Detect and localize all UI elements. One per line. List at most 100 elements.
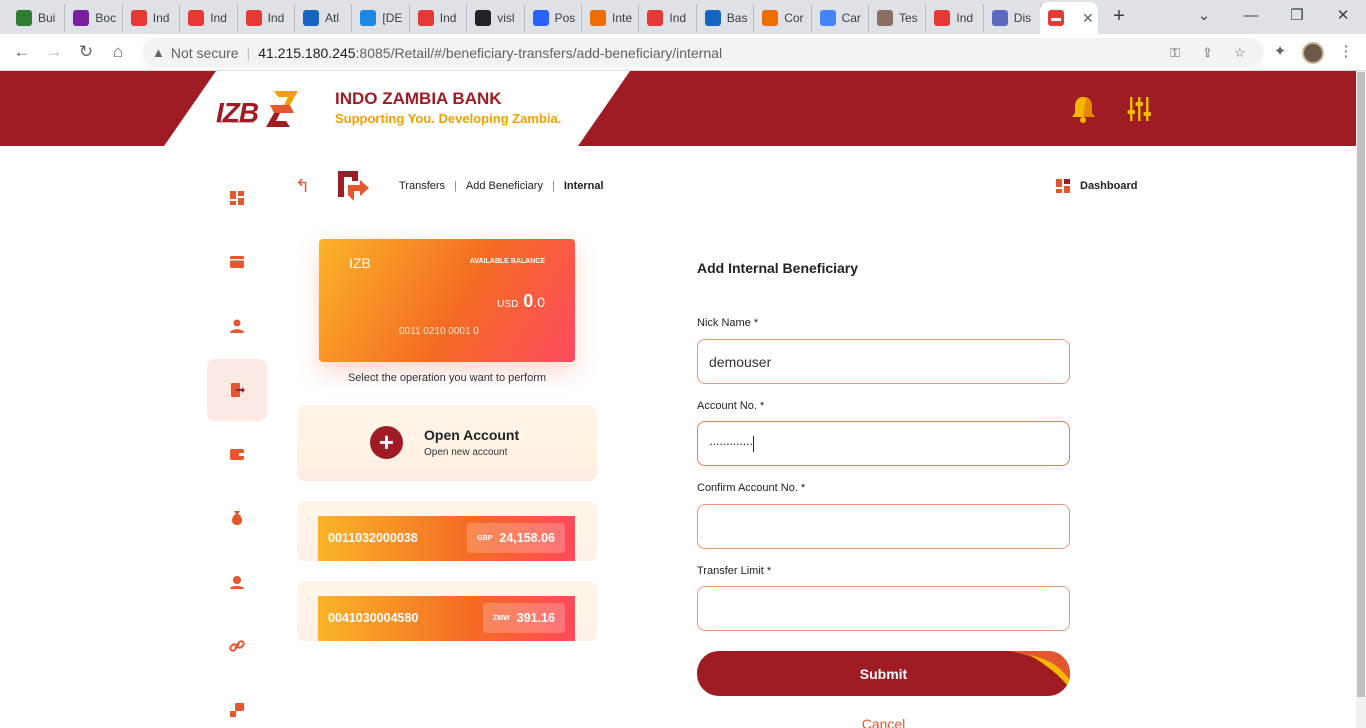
- tab-label: [DE: [382, 11, 403, 25]
- tab-label: Ind: [152, 11, 170, 25]
- extensions-icon[interactable]: ✦: [1270, 42, 1290, 62]
- transfer-limit-input[interactable]: [697, 586, 1070, 631]
- nav-profile[interactable]: [207, 295, 267, 357]
- card-currency: USD: [497, 299, 519, 310]
- scrollbar-thumb[interactable]: [1357, 72, 1365, 697]
- tab-label: Cor: [784, 11, 804, 25]
- browser-tab[interactable]: Boc: [65, 4, 123, 32]
- confirm-account-input[interactable]: [697, 504, 1070, 549]
- breadcrumb-separator: |: [551, 180, 555, 192]
- account-currency: GBP: [477, 534, 493, 542]
- breadcrumb-add-beneficiary[interactable]: Add Beneficiary: [466, 180, 543, 192]
- new-tab-button[interactable]: +: [1108, 4, 1130, 30]
- browser-tab-strip: Bui Boc Ind Ind Ind Atl [DE Ind visl Pos Inte Ind Ba…: [0, 0, 1366, 34]
- breadcrumb: Transfers | Add Beneficiary | Internal: [399, 180, 604, 192]
- open-account-tile[interactable]: + Open Account Open new account: [297, 405, 597, 481]
- tab-favicon-icon: [532, 10, 549, 26]
- key-icon[interactable]: ⚿: [1170, 45, 1180, 61]
- available-balance-label: AVAILABLE BALANCE: [469, 258, 545, 265]
- url-path: :8085/Retail/#/beneficiary-transfers/add…: [355, 44, 723, 61]
- browser-tab[interactable]: Bas: [697, 4, 755, 32]
- tab-favicon-icon: [590, 10, 606, 26]
- browser-tab[interactable]: Cor: [754, 4, 812, 32]
- notification-bell-icon[interactable]: [1070, 95, 1096, 123]
- logo-subtext: INDO ZAMBIA BANK: [217, 119, 255, 124]
- warning-icon: ▲: [152, 45, 165, 60]
- breadcrumb-transfers[interactable]: Transfers: [399, 180, 445, 192]
- browser-tab[interactable]: Dis: [984, 4, 1042, 32]
- bank-name: INDO ZAMBIA BANK: [335, 89, 502, 108]
- browser-tab[interactable]: Ind: [639, 4, 697, 32]
- profile-avatar[interactable]: [1302, 42, 1324, 64]
- minimize-icon[interactable]: —: [1228, 0, 1274, 34]
- nav-wallet[interactable]: [207, 423, 267, 485]
- browser-tab[interactable]: Ind: [123, 4, 181, 32]
- transfer-limit-label: Transfer Limit *: [697, 565, 772, 577]
- nick-name-input[interactable]: demouser: [697, 339, 1070, 384]
- tab-search-icon[interactable]: ⌄: [1181, 0, 1227, 34]
- share-icon[interactable]: ⇪: [1202, 45, 1213, 61]
- menu-kebab-icon[interactable]: ⋮: [1336, 42, 1356, 62]
- close-tab-icon[interactable]: ✕: [1082, 10, 1094, 27]
- back-icon[interactable]: ←: [10, 41, 34, 65]
- home-icon[interactable]: ⌂: [106, 41, 130, 65]
- reload-icon[interactable]: ↻: [74, 41, 98, 65]
- tab-label: Pos: [554, 11, 576, 25]
- browser-tab[interactable]: Atl: [295, 4, 353, 32]
- bookmark-star-icon[interactable]: ☆: [1234, 45, 1246, 61]
- nick-name-value: demouser: [709, 353, 772, 370]
- nav-links[interactable]: [207, 615, 267, 677]
- money-bag-icon: [232, 511, 242, 525]
- account-number: 0041030004580: [328, 611, 419, 625]
- tab-label: Dis: [1013, 11, 1032, 25]
- dashboard-link-label: Dashboard: [1080, 180, 1138, 192]
- browser-tab[interactable]: visl: [467, 4, 525, 32]
- browser-tab[interactable]: Tes: [869, 4, 927, 32]
- account-strip: 0011032000038 GBP 24,158.06: [318, 516, 575, 561]
- tab-favicon-icon: [73, 10, 90, 26]
- cancel-link[interactable]: Cancel: [697, 716, 1070, 728]
- settings-sliders-icon[interactable]: [1126, 95, 1152, 123]
- nav-loans[interactable]: [207, 487, 267, 549]
- browser-tab[interactable]: Car: [812, 4, 869, 32]
- window-close-icon[interactable]: ✕: [1320, 0, 1366, 34]
- account-number-input[interactable]: ·············: [697, 421, 1070, 466]
- browser-tab[interactable]: Pos: [525, 4, 582, 32]
- back-arrow-icon[interactable]: ↰: [295, 176, 310, 197]
- browser-tab[interactable]: Inte: [582, 4, 640, 32]
- browser-tab[interactable]: Ind: [180, 4, 238, 32]
- tab-favicon-icon: [188, 10, 205, 26]
- account-tile[interactable]: 0011032000038 GBP 24,158.06: [297, 501, 597, 561]
- browser-tab[interactable]: Bui: [8, 4, 66, 32]
- text-caret: [753, 435, 755, 452]
- tab-favicon-icon: [991, 10, 1008, 26]
- tab-label: Ind: [669, 11, 687, 25]
- tab-favicon-icon: [245, 10, 262, 26]
- nav-requests[interactable]: [207, 679, 267, 728]
- submit-button[interactable]: Submit: [697, 651, 1070, 696]
- security-label: Not secure: [170, 44, 239, 61]
- dashboard-link[interactable]: Dashboard: [1055, 178, 1137, 194]
- nav-accounts[interactable]: [207, 231, 267, 293]
- restore-icon[interactable]: ❐: [1274, 0, 1320, 34]
- browser-tab-active[interactable]: ▬ ✕: [1040, 2, 1098, 34]
- address-bar[interactable]: ▲ Not secure | 41.215.180.245:8085/Retai…: [142, 38, 1264, 67]
- bank-tagline: Supporting You. Developing Zambia.: [335, 111, 562, 126]
- link-icon: [229, 640, 245, 652]
- browser-tab[interactable]: Ind: [926, 4, 984, 32]
- browser-tab[interactable]: Ind: [238, 4, 295, 32]
- bank-logo[interactable]: IZB: [216, 97, 259, 129]
- account-number-masked-value: ·············: [709, 436, 753, 451]
- tab-label: Bui: [38, 11, 56, 25]
- account-tile[interactable]: 0041030004580 ZMW 391.16: [297, 581, 597, 641]
- nav-dashboard[interactable]: [207, 167, 267, 229]
- forward-icon[interactable]: →: [42, 41, 66, 65]
- balance-card[interactable]: IZB AVAILABLE BALANCE USD 0 .0 0011 0210…: [319, 239, 575, 362]
- nav-transfers[interactable]: [207, 359, 267, 421]
- browser-tab[interactable]: Ind: [410, 4, 468, 32]
- wallet-icon: [230, 449, 244, 460]
- tab-favicon-icon: [877, 10, 893, 26]
- nav-support[interactable]: [207, 551, 267, 613]
- browser-tab[interactable]: [DE: [352, 4, 410, 32]
- page-scrollbar[interactable]: [1356, 71, 1366, 728]
